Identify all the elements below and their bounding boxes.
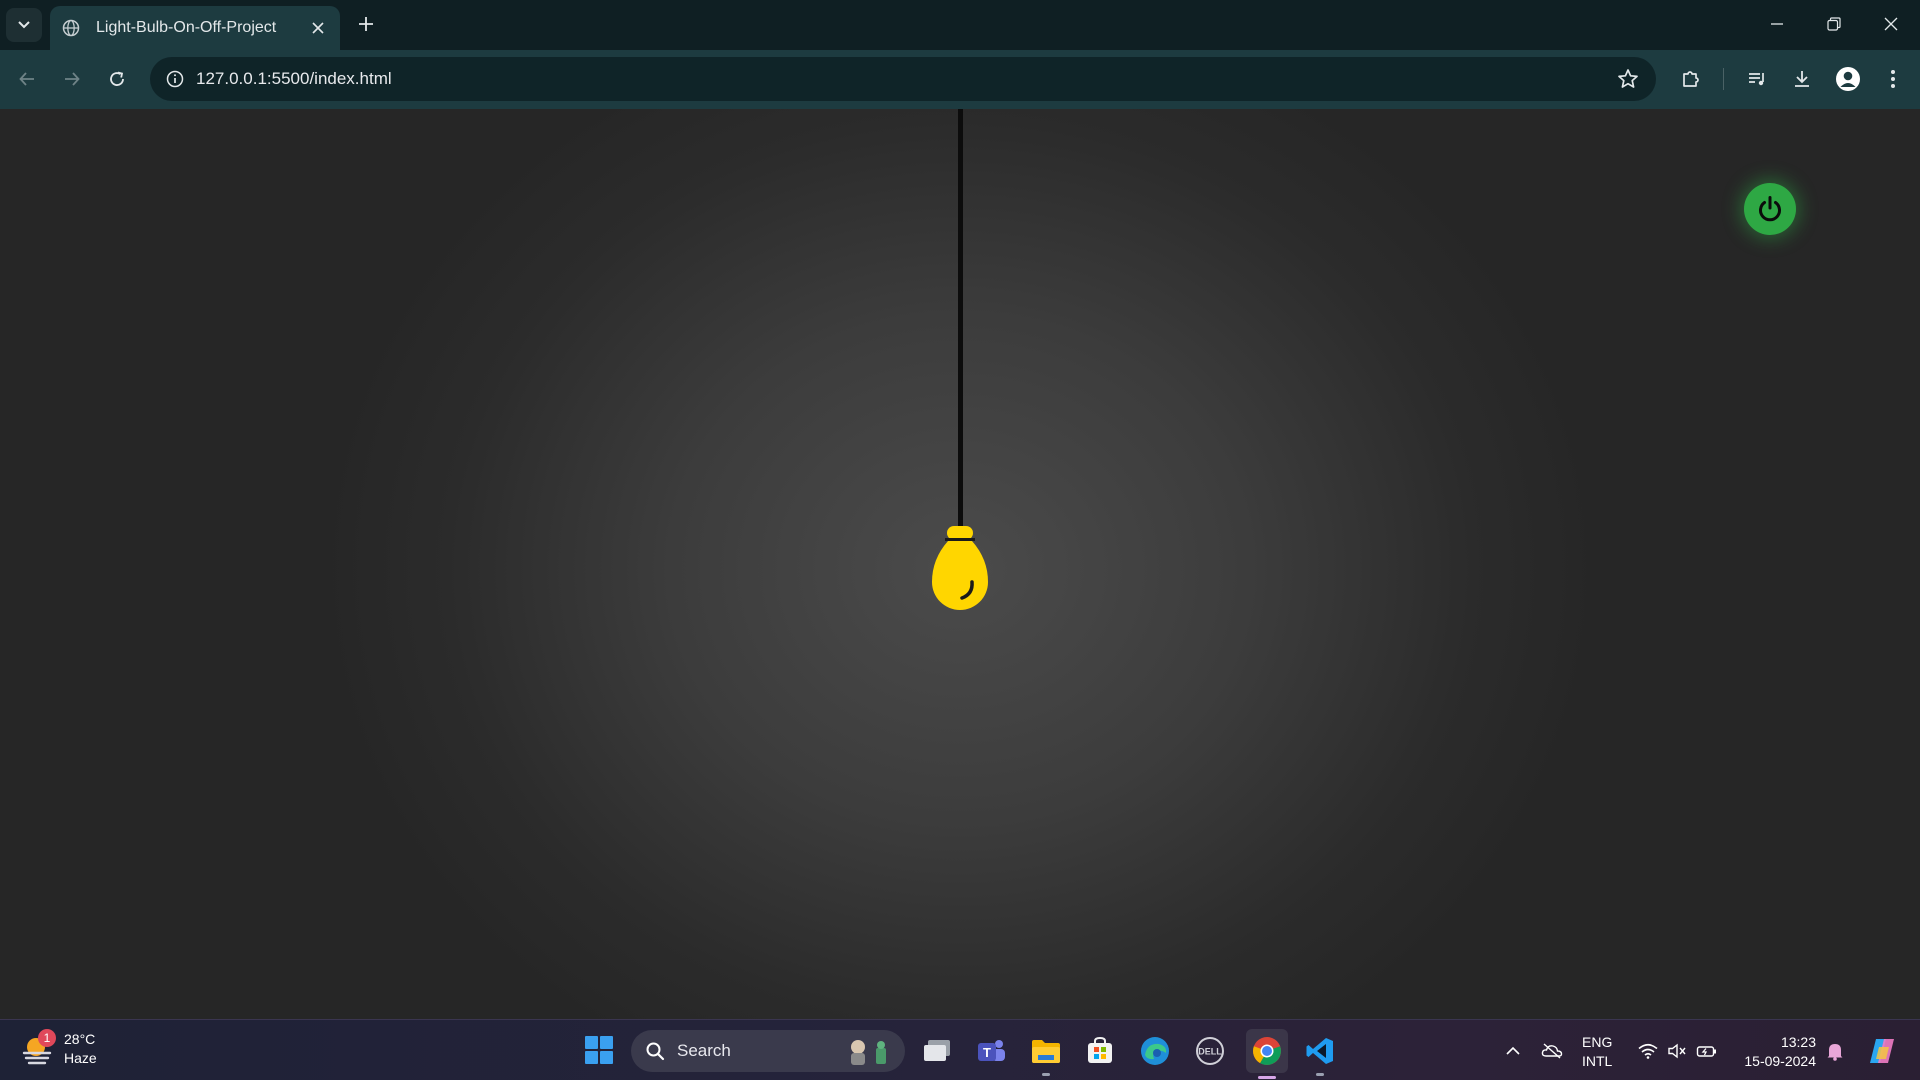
- battery-charging-icon: [1696, 1046, 1716, 1057]
- close-window-button[interactable]: [1871, 6, 1911, 42]
- file-explorer-app[interactable]: [1027, 1032, 1065, 1076]
- weather-condition: Haze: [64, 1050, 97, 1066]
- language-line2: INTL: [1582, 1053, 1613, 1069]
- weather-haze-icon: 1: [20, 1029, 56, 1067]
- reload-button[interactable]: [100, 62, 134, 96]
- site-info-button[interactable]: [160, 64, 190, 94]
- weather-widget[interactable]: 1 28°C Haze: [20, 1029, 97, 1068]
- address-bar[interactable]: 127.0.0.1:5500/index.html: [150, 57, 1656, 101]
- svg-text:DELL: DELL: [1198, 1047, 1222, 1057]
- store-icon: [1088, 1036, 1112, 1063]
- running-indicator: [1042, 1073, 1050, 1076]
- browser-toolbar: 127.0.0.1:5500/index.html: [0, 50, 1920, 109]
- system-clock[interactable]: 13:23 15-09-2024: [1736, 1033, 1816, 1071]
- teams-app[interactable]: T: [972, 1032, 1010, 1070]
- volume-tray[interactable]: [1666, 1040, 1688, 1062]
- edge-app[interactable]: [1136, 1032, 1174, 1070]
- download-icon: [1795, 71, 1809, 87]
- toolbar-separator: [1723, 68, 1724, 90]
- wifi-icon: [1638, 1043, 1658, 1059]
- search-highlight-icon: [851, 1040, 886, 1065]
- show-hidden-icons-button[interactable]: [1502, 1040, 1524, 1062]
- bulb-cord: [958, 109, 963, 529]
- browser-menu-button[interactable]: [1878, 64, 1908, 94]
- profile-button[interactable]: [1833, 64, 1863, 94]
- bell-icon: [1827, 1044, 1843, 1061]
- running-indicator: [1316, 1073, 1324, 1076]
- notifications-button[interactable]: [1824, 1040, 1846, 1062]
- weather-temperature: 28°C: [64, 1031, 96, 1047]
- power-icon: [1759, 196, 1781, 222]
- language-line1: ENG: [1582, 1034, 1613, 1050]
- close-icon: [312, 22, 324, 34]
- reload-icon: [110, 71, 124, 86]
- chrome-icon: [1253, 1037, 1281, 1065]
- arrow-right-icon: [65, 72, 80, 86]
- browser-tab-strip: Light-Bulb-On-Off-Project: [0, 0, 1920, 50]
- chrome-app[interactable]: [1246, 1029, 1288, 1079]
- clock-time: 13:23: [1780, 1034, 1816, 1050]
- chevron-up-icon: [1506, 1046, 1520, 1055]
- battery-tray[interactable]: [1696, 1040, 1718, 1062]
- info-icon: [166, 70, 184, 88]
- tab-close-button[interactable]: [306, 16, 330, 40]
- language-indicator[interactable]: ENG INTL: [1582, 1033, 1612, 1071]
- arrow-left-icon: [19, 72, 34, 86]
- page-viewport: [0, 109, 1920, 1019]
- copilot-icon: [1870, 1039, 1894, 1063]
- restore-icon: [1827, 17, 1841, 31]
- tab-title: Light-Bulb-On-Off-Project: [96, 19, 277, 36]
- windows-taskbar: 1 28°C Haze Search T DELL ENG INTL 13:23…: [0, 1019, 1920, 1080]
- svg-text:T: T: [983, 1045, 991, 1060]
- url-text[interactable]: 127.0.0.1:5500/index.html: [196, 69, 392, 89]
- wifi-tray[interactable]: [1637, 1040, 1659, 1062]
- media-controls-button[interactable]: [1742, 64, 1772, 94]
- windows-start-icon[interactable]: [584, 1035, 614, 1065]
- running-indicator: [1258, 1076, 1276, 1079]
- dell-icon: DELL: [1196, 1037, 1224, 1065]
- close-icon: [1884, 17, 1898, 31]
- folder-icon: [1032, 1040, 1060, 1063]
- microsoft-store-app[interactable]: [1081, 1032, 1119, 1070]
- browser-tab[interactable]: Light-Bulb-On-Off-Project: [50, 6, 340, 50]
- dell-app[interactable]: DELL: [1191, 1032, 1229, 1070]
- taskbar-search[interactable]: Search: [631, 1030, 905, 1072]
- downloads-button[interactable]: [1787, 64, 1817, 94]
- edge-icon: [1141, 1037, 1169, 1065]
- new-tab-button[interactable]: [352, 10, 380, 38]
- globe-icon: [62, 19, 80, 37]
- clock-date: 15-09-2024: [1744, 1053, 1816, 1069]
- volume-mute-icon: [1668, 1043, 1686, 1059]
- star-bookmark-icon[interactable]: [1616, 67, 1640, 91]
- puzzle-icon: [1683, 71, 1699, 87]
- task-view-icon: [924, 1040, 950, 1061]
- avatar-icon: [1836, 67, 1860, 91]
- more-vertical-icon: [1891, 70, 1895, 88]
- restore-button[interactable]: [1814, 6, 1854, 42]
- tab-search-button[interactable]: [6, 8, 42, 42]
- chevron-down-icon: [18, 21, 30, 29]
- copilot-button[interactable]: [1865, 1034, 1899, 1068]
- back-button[interactable]: [10, 62, 44, 96]
- plus-icon: [359, 17, 373, 31]
- task-view-app[interactable]: [918, 1032, 956, 1070]
- weather-badge: 1: [38, 1029, 56, 1047]
- teams-icon: T: [978, 1040, 1005, 1061]
- onedrive-tray[interactable]: [1541, 1040, 1563, 1062]
- vscode-icon: [1306, 1038, 1333, 1064]
- minimize-button[interactable]: [1757, 6, 1797, 42]
- vscode-app[interactable]: [1301, 1032, 1339, 1076]
- minimize-icon: [1771, 23, 1783, 25]
- forward-button[interactable]: [55, 62, 89, 96]
- search-icon: [646, 1042, 665, 1061]
- extensions-button[interactable]: [1676, 64, 1706, 94]
- light-bulb[interactable]: [928, 524, 992, 616]
- media-queue-icon: [1749, 73, 1764, 86]
- power-toggle-button[interactable]: [1744, 183, 1796, 235]
- cloud-off-icon: [1541, 1043, 1563, 1059]
- search-label: Search: [677, 1041, 731, 1060]
